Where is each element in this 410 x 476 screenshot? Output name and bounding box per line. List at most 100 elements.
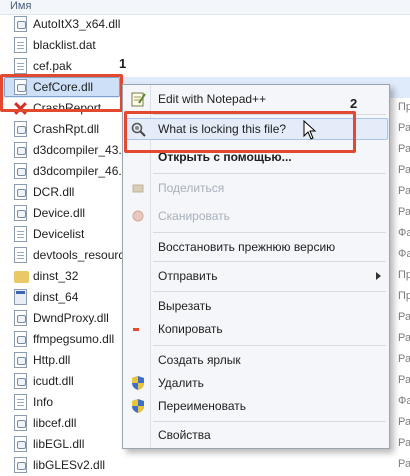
dll-file-icon	[14, 331, 27, 347]
dll-file-icon	[14, 163, 27, 179]
file-name: d3dcompiler_46.dll	[33, 164, 134, 178]
file-type: Пр	[398, 101, 410, 113]
menu-item-label: Поделиться	[158, 181, 225, 195]
menu-separator	[153, 232, 386, 233]
menu-item-label: Восстановить прежнюю версию	[158, 240, 336, 254]
file-row[interactable]: blacklist.dat	[0, 35, 410, 56]
menu-item-create-shortcut[interactable]: Создать ярлык	[123, 349, 389, 371]
menu-item-restore-previous[interactable]: Восстановить прежнюю версию	[123, 236, 389, 258]
column-header-name: Имя	[10, 0, 32, 12]
file-name: libGLESv2.dll	[33, 458, 106, 472]
file-type: Ра	[398, 185, 410, 197]
file-type: Ра	[398, 143, 410, 155]
file-type: Ра	[398, 164, 410, 176]
file-type: Ра	[398, 311, 410, 323]
file-type: Ра	[398, 416, 410, 428]
menu-item-label: Сканировать	[158, 209, 230, 223]
uac-shield-icon	[132, 376, 144, 390]
menu-item-delete[interactable]: Удалить	[123, 372, 389, 394]
file-type: Фа	[398, 248, 410, 260]
dll-file-icon	[14, 457, 27, 473]
file-name: d3dcompiler_43.dll	[33, 143, 134, 157]
dll-file-icon	[14, 16, 27, 32]
annotation-number-2: 2	[350, 96, 358, 111]
file-name: Info	[33, 395, 54, 409]
dll-file-icon	[14, 373, 27, 389]
file-row[interactable]: libGLESv2.dll Ра	[0, 455, 410, 476]
mouse-cursor-icon	[303, 120, 317, 140]
annotation-box-2	[124, 111, 356, 153]
file-type: Фа	[398, 227, 410, 239]
file-type: Ра	[398, 374, 410, 386]
file-name: libEGL.dll	[33, 437, 85, 451]
menu-item-label: Отправить	[158, 269, 218, 283]
file-name: CrashRpt.dll	[33, 122, 100, 136]
menu-item-rename[interactable]: Переименовать	[123, 395, 389, 417]
menu-item-label: Edit with Notepad++	[158, 92, 267, 106]
menu-item-disabled-share: Поделиться	[123, 177, 389, 199]
menu-item-label: Создать ярлык	[158, 353, 241, 367]
file-name: Devicelist	[33, 227, 85, 241]
file-name: dinst_64	[33, 290, 79, 304]
dll-file-icon	[14, 352, 27, 368]
dll-file-icon	[14, 184, 27, 200]
file-name: ffmpegsumo.dll	[33, 332, 115, 346]
menu-separator	[153, 291, 386, 292]
menu-item-copy[interactable]: Копировать	[123, 318, 389, 340]
file-type: Пр	[398, 290, 410, 302]
submenu-arrow-icon	[376, 272, 381, 280]
dll-file-icon	[14, 142, 27, 158]
file-type: Ра	[398, 458, 410, 470]
dll-file-icon	[14, 415, 27, 431]
file-name: DCR.dll	[33, 185, 75, 199]
menu-item-disabled-scan: Сканировать	[123, 205, 389, 227]
file-type: Ра	[398, 122, 410, 134]
file-name: Device.dll	[33, 206, 86, 220]
exe-file-icon	[14, 289, 27, 305]
file-name: dinst_32	[33, 269, 79, 283]
file-name: cef.pak	[33, 59, 72, 73]
file-icon	[14, 58, 27, 74]
annotation-box-1	[0, 74, 123, 112]
dll-file-icon	[14, 436, 27, 452]
menu-item-label: Копировать	[158, 322, 223, 336]
file-type: Ра	[398, 332, 410, 344]
menu-separator	[153, 421, 386, 422]
file-icon	[14, 37, 27, 53]
file-name: Http.dll	[33, 353, 71, 367]
file-name: icudt.dll	[33, 374, 74, 388]
file-row[interactable]: AutoItX3_x64.dll	[0, 14, 410, 35]
menu-item-cut[interactable]: Вырезать	[123, 295, 389, 317]
file-name: AutoItX3_x64.dll	[33, 17, 121, 31]
file-type: Пр	[398, 269, 410, 281]
file-name: blacklist.dat	[33, 38, 96, 52]
file-type: Фа	[398, 395, 410, 407]
notepad-plus-icon	[131, 92, 146, 107]
file-name: libcef.dll	[33, 416, 77, 430]
file-type: Ра	[398, 437, 410, 449]
menu-item-label: Свойства	[158, 428, 211, 442]
file-type: Ра	[398, 206, 410, 218]
file-icon	[14, 394, 27, 410]
scan-icon	[132, 210, 144, 222]
dll-file-icon	[14, 121, 27, 137]
menu-separator	[153, 345, 386, 346]
file-type: Ра	[398, 353, 410, 365]
menu-separator	[153, 173, 386, 174]
file-icon	[14, 247, 27, 263]
folder-icon	[14, 271, 29, 283]
menu-item-send-to[interactable]: Отправить	[123, 265, 389, 287]
share-icon	[132, 184, 144, 193]
column-header[interactable]: Имя	[0, 0, 410, 15]
menu-item-properties[interactable]: Свойства	[123, 424, 389, 446]
file-icon	[14, 226, 27, 242]
menu-item-label: Удалить	[158, 376, 204, 390]
file-name: DwndProxy.dll	[33, 311, 109, 325]
menu-item-label: Вырезать	[158, 299, 212, 313]
copy-icon	[133, 328, 139, 331]
annotation-number-1: 1	[119, 56, 127, 71]
uac-shield-icon	[132, 399, 144, 413]
dll-file-icon	[14, 310, 27, 326]
menu-item-label: Переименовать	[158, 399, 246, 413]
dll-file-icon	[14, 205, 27, 221]
